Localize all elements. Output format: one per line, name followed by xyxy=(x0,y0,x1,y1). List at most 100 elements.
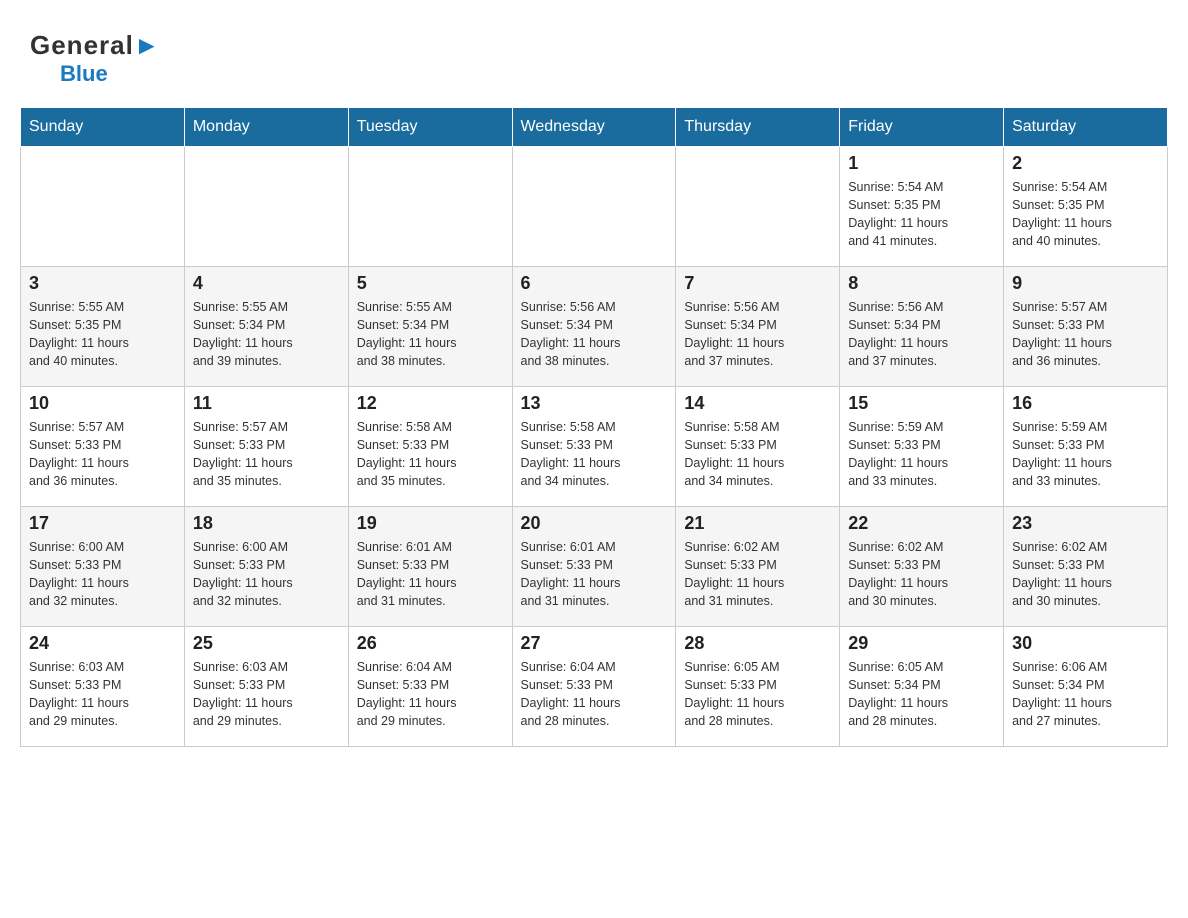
calendar-cell: 16 Sunrise: 5:59 AMSunset: 5:33 PMDayligh… xyxy=(1004,387,1168,507)
day-info: Sunrise: 5:58 AMSunset: 5:33 PMDaylight:… xyxy=(357,418,504,491)
calendar-cell: 28 Sunrise: 6:05 AMSunset: 5:33 PMDayligh… xyxy=(676,627,840,747)
day-number: 30 xyxy=(1012,633,1159,654)
day-number: 25 xyxy=(193,633,340,654)
day-info: Sunrise: 5:54 AMSunset: 5:35 PMDaylight:… xyxy=(1012,178,1159,251)
day-info: Sunrise: 5:59 AMSunset: 5:33 PMDaylight:… xyxy=(848,418,995,491)
calendar-table: SundayMondayTuesdayWednesdayThursdayFrid… xyxy=(20,107,1168,747)
day-of-week-header: Wednesday xyxy=(512,108,676,147)
calendar-week-row: 24Sunrise: 6:03 AMSunset: 5:33 PMDayligh… xyxy=(21,627,1168,747)
day-info: Sunrise: 5:54 AMSunset: 5:35 PMDaylight:… xyxy=(848,178,995,251)
calendar-cell: 18Sunrise: 6:00 AMSunset: 5:33 PMDayligh… xyxy=(184,507,348,627)
day-of-week-header: Sunday xyxy=(21,108,185,147)
calendar-cell: 25 Sunrise: 6:03 AMSunset: 5:33 PMDayligh… xyxy=(184,627,348,747)
day-number: 28 xyxy=(684,633,831,654)
day-info: Sunrise: 6:04 AMSunset: 5:33 PMDaylight:… xyxy=(521,658,668,731)
calendar-cell xyxy=(348,147,512,267)
day-info: Sunrise: 6:04 AMSunset: 5:33 PMDaylight:… xyxy=(357,658,504,731)
day-number: 1 xyxy=(848,153,995,174)
calendar-cell: 20 Sunrise: 6:01 AMSunset: 5:33 PMDayligh… xyxy=(512,507,676,627)
day-info: Sunrise: 6:03 AMSunset: 5:33 PMDaylight:… xyxy=(29,658,176,731)
calendar-week-row: 10 Sunrise: 5:57 AMSunset: 5:33 PMDayligh… xyxy=(21,387,1168,507)
day-info: Sunrise: 5:59 AMSunset: 5:33 PMDaylight:… xyxy=(1012,418,1159,491)
day-number: 9 xyxy=(1012,273,1159,294)
day-number: 3 xyxy=(29,273,176,294)
day-of-week-header: Tuesday xyxy=(348,108,512,147)
calendar-cell xyxy=(676,147,840,267)
day-info: Sunrise: 5:58 AMSunset: 5:33 PMDaylight:… xyxy=(521,418,668,491)
day-of-week-header: Friday xyxy=(840,108,1004,147)
day-info: Sunrise: 6:01 AMSunset: 5:33 PMDaylight:… xyxy=(521,538,668,611)
calendar-cell: 21 Sunrise: 6:02 AMSunset: 5:33 PMDayligh… xyxy=(676,507,840,627)
day-of-week-header: Monday xyxy=(184,108,348,147)
calendar-cell: 29 Sunrise: 6:05 AMSunset: 5:34 PMDayligh… xyxy=(840,627,1004,747)
calendar-cell: 24Sunrise: 6:03 AMSunset: 5:33 PMDayligh… xyxy=(21,627,185,747)
page-header: General► Blue xyxy=(20,20,1168,97)
day-number: 10 xyxy=(29,393,176,414)
calendar-cell xyxy=(21,147,185,267)
day-number: 15 xyxy=(848,393,995,414)
day-info: Sunrise: 6:00 AMSunset: 5:33 PMDaylight:… xyxy=(29,538,176,611)
calendar-cell: 6Sunrise: 5:56 AMSunset: 5:34 PMDaylight… xyxy=(512,267,676,387)
day-number: 27 xyxy=(521,633,668,654)
calendar-cell: 2 Sunrise: 5:54 AMSunset: 5:35 PMDaylight… xyxy=(1004,147,1168,267)
logo-general-text: General► xyxy=(30,30,161,61)
day-of-week-header: Thursday xyxy=(676,108,840,147)
day-info: Sunrise: 5:57 AMSunset: 5:33 PMDaylight:… xyxy=(29,418,176,491)
day-info: Sunrise: 6:05 AMSunset: 5:34 PMDaylight:… xyxy=(848,658,995,731)
day-info: Sunrise: 6:05 AMSunset: 5:33 PMDaylight:… xyxy=(684,658,831,731)
calendar-cell: 11 Sunrise: 5:57 AMSunset: 5:33 PMDayligh… xyxy=(184,387,348,507)
day-info: Sunrise: 5:56 AMSunset: 5:34 PMDaylight:… xyxy=(848,298,995,371)
calendar-cell: 1 Sunrise: 5:54 AMSunset: 5:35 PMDaylight… xyxy=(840,147,1004,267)
calendar-cell: 26 Sunrise: 6:04 AMSunset: 5:33 PMDayligh… xyxy=(348,627,512,747)
calendar-cell xyxy=(184,147,348,267)
calendar-cell: 14Sunrise: 5:58 AMSunset: 5:33 PMDayligh… xyxy=(676,387,840,507)
day-number: 11 xyxy=(193,393,340,414)
day-info: Sunrise: 5:56 AMSunset: 5:34 PMDaylight:… xyxy=(684,298,831,371)
calendar-cell: 9 Sunrise: 5:57 AMSunset: 5:33 PMDaylight… xyxy=(1004,267,1168,387)
calendar-cell: 4Sunrise: 5:55 AMSunset: 5:34 PMDaylight… xyxy=(184,267,348,387)
day-number: 20 xyxy=(521,513,668,534)
day-number: 21 xyxy=(684,513,831,534)
calendar-cell: 12 Sunrise: 5:58 AMSunset: 5:33 PMDayligh… xyxy=(348,387,512,507)
calendar-cell: 15 Sunrise: 5:59 AMSunset: 5:33 PMDayligh… xyxy=(840,387,1004,507)
calendar-week-row: 1 Sunrise: 5:54 AMSunset: 5:35 PMDaylight… xyxy=(21,147,1168,267)
day-info: Sunrise: 6:02 AMSunset: 5:33 PMDaylight:… xyxy=(848,538,995,611)
day-info: Sunrise: 5:57 AMSunset: 5:33 PMDaylight:… xyxy=(1012,298,1159,371)
day-number: 16 xyxy=(1012,393,1159,414)
day-number: 6 xyxy=(521,273,668,294)
calendar-cell: 19 Sunrise: 6:01 AMSunset: 5:33 PMDayligh… xyxy=(348,507,512,627)
calendar-week-row: 17 Sunrise: 6:00 AMSunset: 5:33 PMDayligh… xyxy=(21,507,1168,627)
calendar-cell: 23 Sunrise: 6:02 AMSunset: 5:33 PMDayligh… xyxy=(1004,507,1168,627)
calendar-cell: 10 Sunrise: 5:57 AMSunset: 5:33 PMDayligh… xyxy=(21,387,185,507)
day-number: 23 xyxy=(1012,513,1159,534)
day-number: 17 xyxy=(29,513,176,534)
day-info: Sunrise: 6:00 AMSunset: 5:33 PMDaylight:… xyxy=(193,538,340,611)
day-info: Sunrise: 5:55 AMSunset: 5:35 PMDaylight:… xyxy=(29,298,176,371)
calendar-cell: 5 Sunrise: 5:55 AMSunset: 5:34 PMDaylight… xyxy=(348,267,512,387)
day-number: 14 xyxy=(684,393,831,414)
day-info: Sunrise: 5:55 AMSunset: 5:34 PMDaylight:… xyxy=(357,298,504,371)
day-info: Sunrise: 6:02 AMSunset: 5:33 PMDaylight:… xyxy=(684,538,831,611)
day-number: 29 xyxy=(848,633,995,654)
day-info: Sunrise: 6:03 AMSunset: 5:33 PMDaylight:… xyxy=(193,658,340,731)
calendar-cell: 27 Sunrise: 6:04 AMSunset: 5:33 PMDayligh… xyxy=(512,627,676,747)
calendar-cell: 30 Sunrise: 6:06 AMSunset: 5:34 PMDayligh… xyxy=(1004,627,1168,747)
day-number: 4 xyxy=(193,273,340,294)
calendar-header-row: SundayMondayTuesdayWednesdayThursdayFrid… xyxy=(21,108,1168,147)
day-number: 5 xyxy=(357,273,504,294)
day-number: 2 xyxy=(1012,153,1159,174)
calendar-cell: 7Sunrise: 5:56 AMSunset: 5:34 PMDaylight… xyxy=(676,267,840,387)
day-number: 19 xyxy=(357,513,504,534)
day-info: Sunrise: 6:02 AMSunset: 5:33 PMDaylight:… xyxy=(1012,538,1159,611)
calendar-cell: 22Sunrise: 6:02 AMSunset: 5:33 PMDayligh… xyxy=(840,507,1004,627)
day-info: Sunrise: 6:01 AMSunset: 5:33 PMDaylight:… xyxy=(357,538,504,611)
day-number: 12 xyxy=(357,393,504,414)
calendar-cell: 8Sunrise: 5:56 AMSunset: 5:34 PMDaylight… xyxy=(840,267,1004,387)
day-info: Sunrise: 5:57 AMSunset: 5:33 PMDaylight:… xyxy=(193,418,340,491)
day-number: 26 xyxy=(357,633,504,654)
logo-blue-text: Blue xyxy=(60,61,108,87)
logo: General► Blue xyxy=(30,30,161,87)
calendar-cell: 17 Sunrise: 6:00 AMSunset: 5:33 PMDayligh… xyxy=(21,507,185,627)
calendar-cell: 3 Sunrise: 5:55 AMSunset: 5:35 PMDaylight… xyxy=(21,267,185,387)
day-info: Sunrise: 6:06 AMSunset: 5:34 PMDaylight:… xyxy=(1012,658,1159,731)
